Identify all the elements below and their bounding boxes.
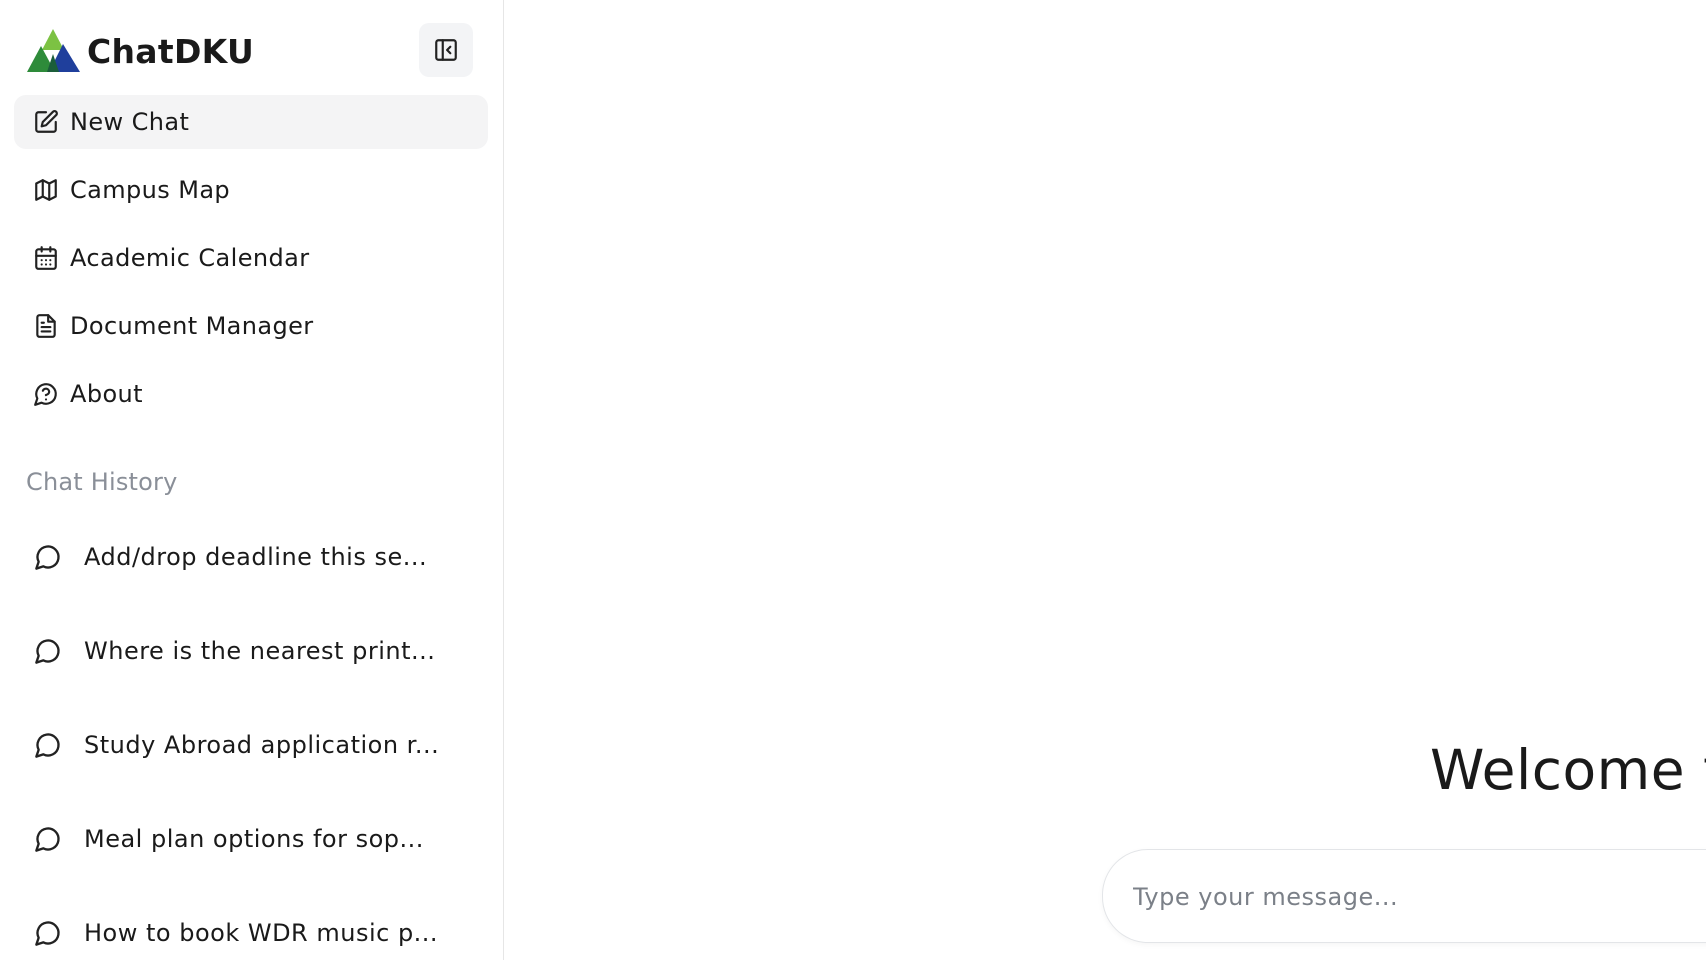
history-item-label: Add/drop deadline this se... bbox=[84, 543, 428, 571]
history-item[interactable]: Meal plan options for sop... bbox=[14, 792, 488, 886]
nav-label: About bbox=[70, 380, 143, 408]
edit-icon bbox=[32, 108, 60, 136]
message-circle-icon bbox=[33, 542, 63, 572]
message-circle-icon bbox=[33, 918, 63, 948]
nav-document-manager[interactable]: Document Manager bbox=[14, 299, 488, 353]
message-circle-icon bbox=[33, 730, 63, 760]
nav-label: New Chat bbox=[70, 108, 190, 136]
message-input-container bbox=[1102, 849, 1706, 943]
brand[interactable]: ChatDKU bbox=[27, 28, 254, 74]
collapse-sidebar-button[interactable] bbox=[419, 23, 473, 77]
app-title: ChatDKU bbox=[87, 31, 255, 71]
history-item[interactable]: How to book WDR music p... bbox=[14, 886, 488, 960]
welcome-heading: Welcome t bbox=[1430, 738, 1706, 802]
history-item[interactable]: Study Abroad application r... bbox=[14, 698, 488, 792]
nav-campus-map[interactable]: Campus Map bbox=[14, 163, 488, 217]
history-item-label: Meal plan options for sop... bbox=[84, 825, 424, 853]
chatdku-logo bbox=[27, 29, 80, 72]
nav-about[interactable]: About bbox=[14, 367, 488, 421]
sidebar-collapse-icon bbox=[435, 39, 457, 61]
history-item-label: How to book WDR music p... bbox=[84, 919, 439, 947]
map-icon bbox=[32, 176, 60, 204]
chat-history-list: Add/drop deadline this se... Where is th… bbox=[14, 510, 488, 960]
help-circle-icon bbox=[32, 380, 60, 408]
sidebar-nav: New Chat Campus Map Academic Calendar Do… bbox=[14, 95, 488, 435]
message-circle-icon bbox=[33, 824, 63, 854]
main-panel: Welcome t bbox=[504, 0, 1706, 960]
calendar-icon bbox=[32, 244, 60, 272]
history-item[interactable]: Add/drop deadline this se... bbox=[14, 510, 488, 604]
message-circle-icon bbox=[33, 636, 63, 666]
nav-new-chat[interactable]: New Chat bbox=[14, 95, 488, 149]
message-input[interactable] bbox=[1131, 850, 1706, 942]
document-icon bbox=[32, 312, 60, 340]
sidebar: ChatDKU New Chat Campus Map Academic Cal… bbox=[0, 0, 504, 960]
history-item[interactable]: Where is the nearest print... bbox=[14, 604, 488, 698]
history-item-label: Where is the nearest print... bbox=[84, 637, 436, 665]
nav-academic-calendar[interactable]: Academic Calendar bbox=[14, 231, 488, 285]
chat-history-title: Chat History bbox=[26, 468, 178, 496]
nav-label: Document Manager bbox=[70, 312, 314, 340]
history-item-label: Study Abroad application r... bbox=[84, 731, 440, 759]
nav-label: Academic Calendar bbox=[70, 244, 310, 272]
nav-label: Campus Map bbox=[70, 176, 231, 204]
app-window: ChatDKU New Chat Campus Map Academic Cal… bbox=[0, 0, 1706, 960]
